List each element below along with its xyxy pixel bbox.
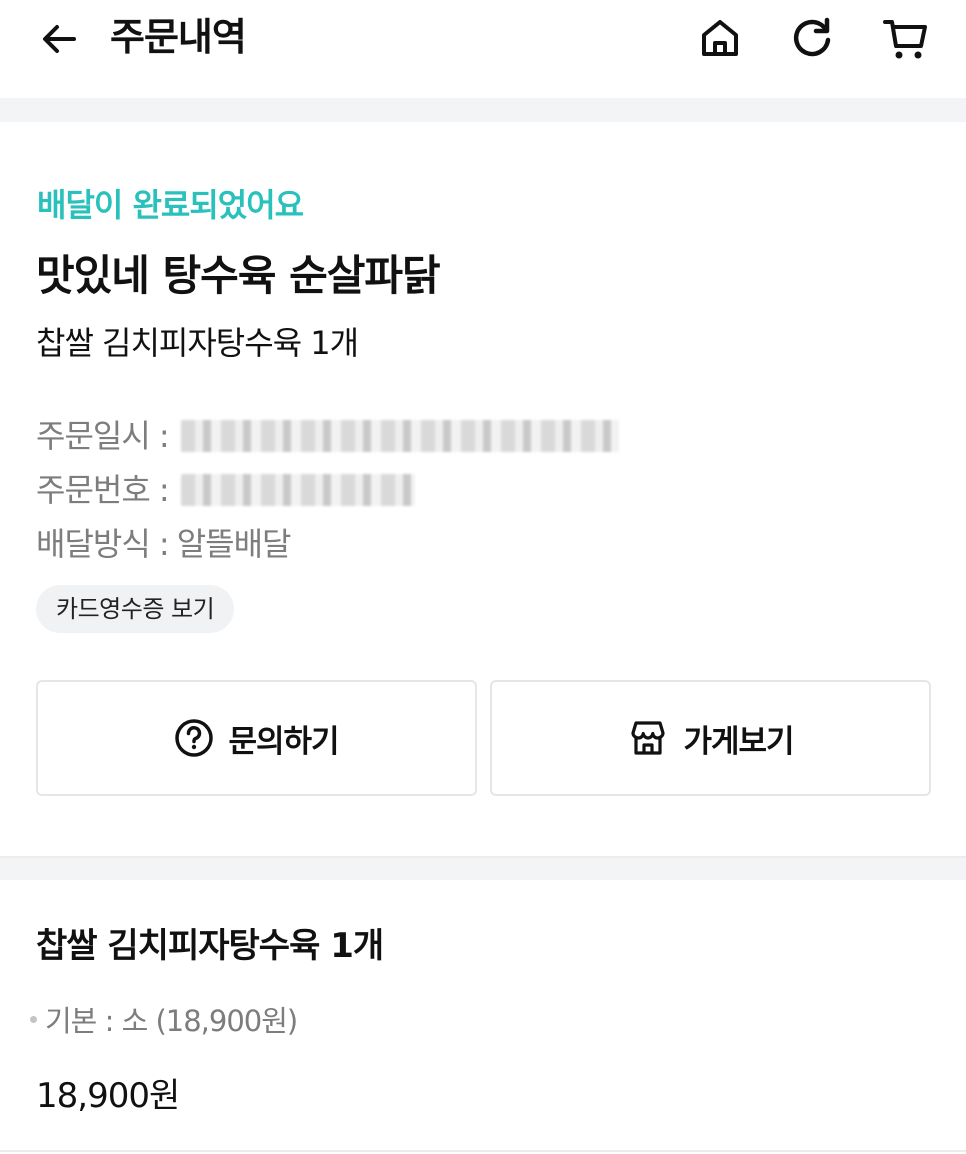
back-arrow-icon [43, 25, 76, 53]
section-divider [0, 856, 966, 880]
back-button[interactable] [34, 14, 84, 64]
cart-button[interactable] [880, 12, 932, 64]
item-price: 18,900원 [36, 1076, 180, 1116]
view-store-button[interactable]: 가게보기 [490, 680, 931, 796]
inquiry-button[interactable]: 문의하기 [36, 680, 477, 796]
order-number-label: 주문번호 : [36, 471, 170, 509]
order-date-row: 주문일시 : [36, 414, 619, 458]
app-header: 주문내역 [0, 0, 966, 98]
refresh-button[interactable] [786, 12, 838, 64]
delivery-method-value: 알뜰배달 [176, 525, 292, 563]
question-circle-icon [175, 719, 214, 757]
cart-icon [883, 20, 927, 59]
delivery-method-row: 배달방식 : 알뜰배달 [36, 522, 292, 566]
home-icon [702, 20, 738, 56]
store-icon [631, 721, 666, 755]
ordered-item-title: 찹쌀 김치피자탕수육 1개 [36, 926, 384, 966]
order-date-value-redacted [180, 420, 619, 452]
home-button[interactable] [694, 12, 746, 64]
section-divider [0, 98, 966, 122]
item-option-row: 기본 : 소 (18,900원) [30, 998, 298, 1040]
inquiry-button-label: 문의하기 [228, 723, 339, 760]
page-title: 주문내역 [110, 15, 247, 59]
delivery-status: 배달이 완료되었어요 [37, 186, 304, 224]
divider-line [0, 1150, 966, 1152]
item-summary: 찹쌀 김치피자탕수육 1개 [36, 324, 359, 362]
order-date-label: 주문일시 : [36, 417, 170, 455]
refresh-icon [793, 17, 831, 57]
delivery-method-label: 배달방식 : [36, 525, 170, 563]
view-store-button-label: 가게보기 [683, 723, 794, 760]
bullet-dot-icon [30, 1015, 37, 1023]
order-number-value-redacted [180, 474, 415, 506]
card-receipt-button[interactable]: 카드영수증 보기 [36, 585, 235, 633]
order-number-row: 주문번호 : [36, 468, 415, 512]
store-name: 맛있네 탕수육 순살파닭 [36, 251, 441, 300]
item-option-text: 기본 : 소 (18,900원) [45, 1004, 298, 1038]
